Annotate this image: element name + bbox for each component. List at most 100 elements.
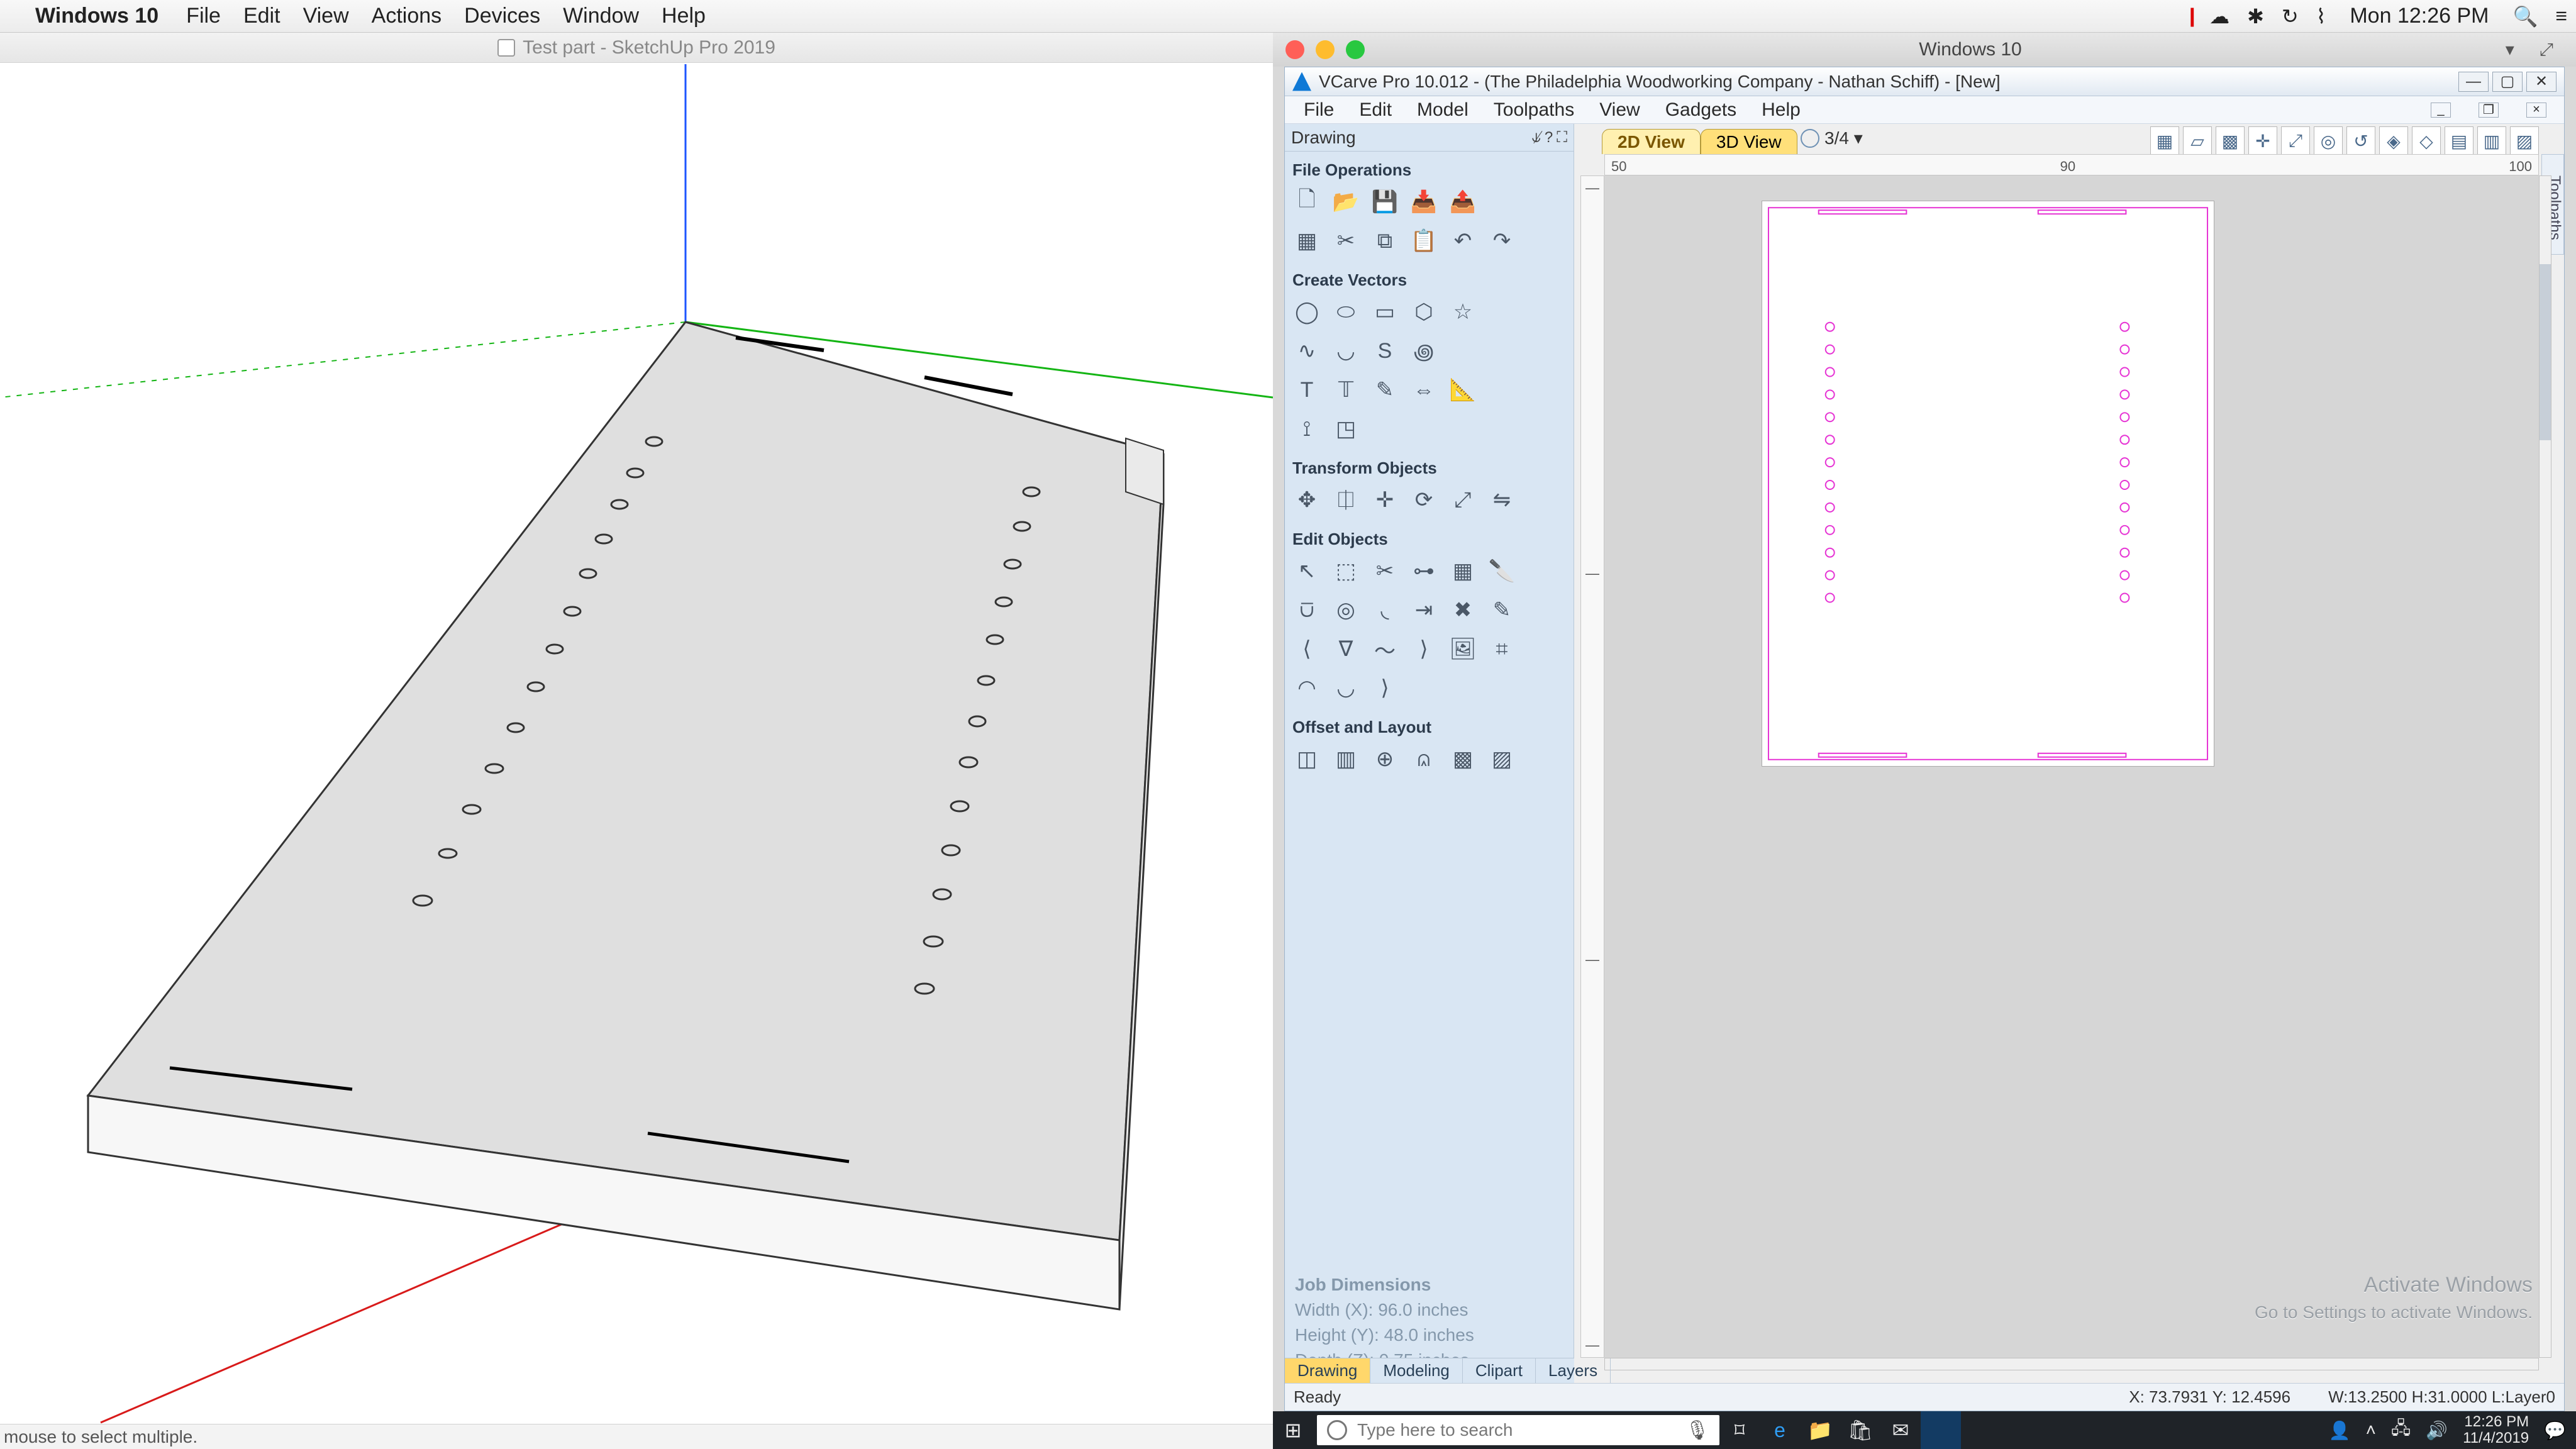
circular-array-icon[interactable]: ⊕: [1369, 743, 1401, 775]
win-close-button[interactable]: ✕: [2526, 72, 2557, 92]
save-file-icon[interactable]: 💾: [1369, 186, 1401, 218]
rectangle-icon[interactable]: ▭: [1369, 296, 1401, 328]
sub-minimize-button[interactable]: _: [2431, 103, 2451, 118]
redo-icon[interactable]: ↷: [1486, 225, 1518, 257]
parallels-icon[interactable]: ||: [2189, 4, 2192, 28]
h-scrollbar[interactable]: [1604, 1358, 2539, 1370]
store-icon[interactable]: 🛍: [1840, 1411, 1880, 1449]
zoom-icon[interactable]: [1346, 40, 1365, 59]
btab-layers[interactable]: Layers: [1536, 1358, 1611, 1383]
arrow-right-icon[interactable]: ⟩: [1408, 633, 1440, 665]
minimize-icon[interactable]: [1316, 40, 1335, 59]
layer-icon[interactable]: ◈: [2379, 126, 2408, 155]
join-icon[interactable]: ⊶: [1408, 555, 1440, 587]
text-icon[interactable]: T: [1291, 374, 1323, 406]
polyline-icon[interactable]: ∿: [1291, 335, 1323, 367]
star-icon[interactable]: ☆: [1447, 296, 1479, 328]
grid-icon[interactable]: ▩: [2216, 126, 2245, 155]
start-button[interactable]: ⊞: [1273, 1418, 1313, 1442]
open-path-icon[interactable]: ◠: [1291, 672, 1323, 704]
rotate-icon[interactable]: ⟳: [1408, 484, 1440, 516]
btab-modeling[interactable]: Modeling: [1370, 1358, 1463, 1383]
tools-icon[interactable]: ✖︎: [1447, 594, 1479, 626]
subtract-icon[interactable]: ◎: [1330, 594, 1362, 626]
node-edit-icon[interactable]: ⬚: [1330, 555, 1362, 587]
sketchup-viewport[interactable]: [0, 63, 1273, 1424]
vmenu-view[interactable]: View: [1599, 99, 1640, 121]
spiral-icon[interactable]: ꩜: [1408, 335, 1440, 367]
move-icon[interactable]: ✥: [1291, 484, 1323, 516]
align-icon[interactable]: ⎅: [1330, 484, 1362, 516]
snap-obj-icon[interactable]: ▱: [2183, 126, 2212, 155]
arc-icon[interactable]: ◡: [1330, 335, 1362, 367]
tray-volume-icon[interactable]: 🔊: [2426, 1420, 2448, 1441]
v-scrollbar[interactable]: [2539, 175, 2551, 1358]
vmenu-file[interactable]: File: [1304, 99, 1334, 121]
polygon-icon[interactable]: ⬡: [1408, 296, 1440, 328]
vmenu-help[interactable]: Help: [1762, 99, 1801, 121]
view2-icon[interactable]: ▥: [2477, 126, 2506, 155]
knife-icon[interactable]: 🔪: [1486, 555, 1518, 587]
extend-icon[interactable]: ⇥: [1408, 594, 1440, 626]
menubar-clock[interactable]: Mon 12:26 PM: [2350, 4, 2489, 28]
cloud-icon[interactable]: ☁: [2209, 4, 2229, 28]
vmenu-gadgets[interactable]: Gadgets: [1665, 99, 1736, 121]
win-minimize-button[interactable]: —: [2458, 72, 2489, 92]
brush-icon[interactable]: ✎: [1486, 594, 1518, 626]
curve-icon[interactable]: S: [1369, 335, 1401, 367]
menu-extras-icon[interactable]: ≡: [2555, 4, 2567, 28]
import-icon[interactable]: 📥: [1408, 186, 1440, 218]
scale-icon[interactable]: ⤢: [1447, 484, 1479, 516]
spotlight-icon[interactable]: 🔍: [2512, 4, 2538, 28]
menu-devices[interactable]: Devices: [464, 4, 540, 28]
wifi-icon[interactable]: ⌇: [2316, 4, 2326, 28]
layer2-icon[interactable]: ◇: [2412, 126, 2441, 155]
picture-icon[interactable]: 🖼: [1447, 633, 1479, 665]
trace-icon[interactable]: ✎: [1369, 374, 1401, 406]
drill-icon[interactable]: ⟟: [1291, 413, 1323, 445]
bezier-icon[interactable]: 〜: [1369, 633, 1401, 665]
drawing-surface[interactable]: [1604, 175, 2539, 1358]
mic-icon[interactable]: 🎙: [1685, 1419, 1709, 1441]
close-path-icon[interactable]: ◡: [1330, 672, 1362, 704]
tray-network-icon[interactable]: 🖧: [2391, 1415, 2411, 1445]
btab-drawing[interactable]: Drawing: [1285, 1358, 1370, 1383]
vmenu-toolpaths[interactable]: Toolpaths: [1494, 99, 1574, 121]
cut-icon[interactable]: ✂: [1330, 225, 1362, 257]
export-icon[interactable]: 📤: [1447, 186, 1479, 218]
pin-icon[interactable]: ⫝̸: [1532, 129, 1541, 147]
zoom-selector[interactable]: 3/4 ▾: [1801, 128, 1863, 148]
nest-icon[interactable]: ⩄: [1408, 743, 1440, 775]
win-maximize-button[interactable]: ▢: [2492, 72, 2523, 92]
dimension-icon[interactable]: ⇔: [1408, 374, 1440, 406]
center-icon[interactable]: ✛: [1369, 484, 1401, 516]
weld-icon[interactable]: ⩂: [1291, 594, 1323, 626]
evernote-icon[interactable]: ✱: [2247, 4, 2264, 28]
app-name[interactable]: Windows 10: [35, 4, 158, 28]
tile-icon[interactable]: ▨: [1486, 743, 1518, 775]
tab-3d-view[interactable]: 3D View: [1701, 129, 1797, 154]
paste-icon[interactable]: 📋: [1408, 225, 1440, 257]
menu-view[interactable]: View: [303, 4, 349, 28]
tab-2d-view[interactable]: 2D View: [1602, 129, 1701, 154]
view3-icon[interactable]: ▨: [2510, 126, 2539, 155]
sub-close-button[interactable]: ×: [2526, 103, 2546, 118]
expand-icon[interactable]: ⛶: [1557, 129, 1567, 147]
view1-icon[interactable]: ▤: [2445, 126, 2473, 155]
open-file-icon[interactable]: 📂: [1330, 186, 1362, 218]
help-icon[interactable]: ?: [1545, 129, 1553, 147]
btab-clipart[interactable]: Clipart: [1463, 1358, 1536, 1383]
vcarve-caption[interactable]: VCarve Pro 10.012 - (The Philadelphia Wo…: [1285, 67, 2564, 96]
edge-icon[interactable]: e: [1760, 1411, 1800, 1449]
mail-icon[interactable]: ✉: [1880, 1411, 1921, 1449]
active-app-icon[interactable]: [1921, 1411, 1961, 1449]
tray-clock[interactable]: 12:26 PM 11/4/2019: [2463, 1414, 2529, 1446]
trim-icon[interactable]: ✂︎: [1369, 555, 1401, 587]
close-icon[interactable]: [1285, 40, 1304, 59]
zoom-sel-icon[interactable]: ◎: [2314, 126, 2343, 155]
array-icon[interactable]: ▥: [1330, 743, 1362, 775]
tray-up-icon[interactable]: ˄: [2366, 1420, 2376, 1440]
copy-icon[interactable]: ⧉: [1369, 225, 1401, 257]
crosshair-icon[interactable]: ✛: [2248, 126, 2277, 155]
ellipse-icon[interactable]: ⬭: [1330, 296, 1362, 328]
